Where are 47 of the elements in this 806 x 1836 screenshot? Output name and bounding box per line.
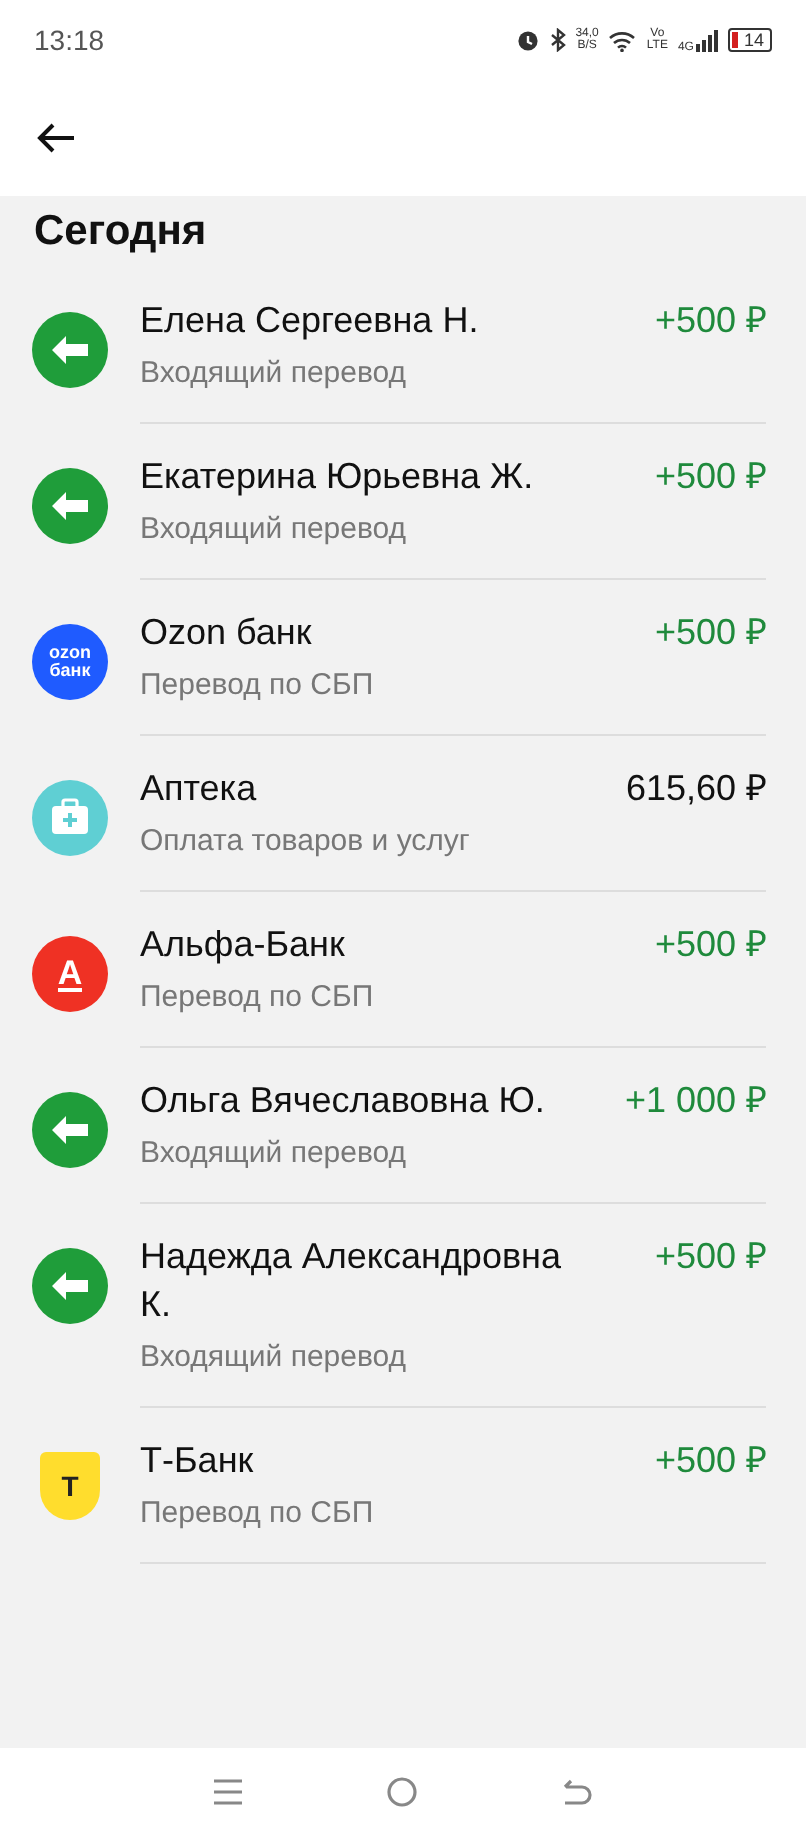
home-circle-icon[interactable] <box>386 1776 419 1808</box>
amount-text: +500 ₽ <box>654 922 766 968</box>
transaction-type: Входящий перевод <box>140 1340 409 1374</box>
signal-icon <box>695 29 718 51</box>
payer-name: Елена Сергеевна Н. <box>140 298 479 344</box>
transaction-item[interactable]: Ольга Вячеславовна Ю. +1 000 ₽ Входящий перевод <box>0 1048 806 1204</box>
transaction-item[interactable]: ozon банк Ozon банк +500 ₽ Перевод по СБП <box>0 580 806 736</box>
bank-logo: Т <box>40 1452 100 1520</box>
transaction-item[interactable]: А Альфа-Банк +500 ₽ Перевод по СБП <box>0 892 806 1048</box>
amount-text: +500 ₽ <box>654 298 766 344</box>
transaction-item[interactable]: Надежда Александровна К. +500 ₽ Входящий перевод <box>0 1204 806 1408</box>
amount-text: +500 ₽ <box>654 1234 766 1280</box>
back-arrow-icon <box>36 122 76 154</box>
transaction-type: Оплата товаров и услуг <box>140 824 472 858</box>
transaction-type: Входящий перевод <box>140 1136 409 1170</box>
amount-text: +500 ₽ <box>654 1438 766 1484</box>
bank-logo: ozon банк <box>32 624 108 700</box>
bluetooth-icon <box>549 28 566 52</box>
medical-bag-icon <box>32 780 108 856</box>
transaction-type: Входящий перевод <box>140 356 409 390</box>
payer-name: Т-Банк <box>140 1438 254 1484</box>
payer-name: Надежда Александровна К. <box>140 1234 563 1328</box>
amount-text: +500 ₽ <box>654 454 766 500</box>
transaction-type: Перевод по СБП <box>140 668 376 702</box>
payer-name: Альфа-Банк <box>140 922 345 968</box>
payer-name: Ozon банк <box>140 610 312 656</box>
payer-name: Аптека <box>140 766 257 812</box>
clock-time: 13:18 <box>34 24 105 56</box>
amount-text: 615,60 ₽ <box>625 766 766 812</box>
transaction-type: Входящий перевод <box>140 512 409 546</box>
back-curve-icon[interactable] <box>562 1778 595 1806</box>
payer-name: Ольга Вячеславовна Ю. <box>140 1078 545 1124</box>
menu-icon[interactable] <box>211 1778 244 1806</box>
transaction-item[interactable]: Елена Сергеевна Н. +500 ₽ Входящий перевод <box>0 268 806 424</box>
transaction-type: Перевод по СБП <box>140 980 376 1014</box>
payer-name: Екатерина Юрьевна Ж. <box>140 454 534 500</box>
transaction-item[interactable]: Т Т-Банк +500 ₽ Перевод по СБП <box>0 1408 806 1564</box>
battery-indicator: 14 <box>727 28 772 52</box>
alarm-icon <box>515 28 540 52</box>
transaction-item[interactable]: Аптека 615,60 ₽ Оплата товаров и услуг <box>0 736 806 892</box>
bank-logo: А <box>32 936 108 1012</box>
transaction-type: Перевод по СБП <box>140 1496 376 1530</box>
transaction-item[interactable]: Екатерина Юрьевна Ж. +500 ₽ Входящий перевод <box>0 424 806 580</box>
section-heading: Сегодня <box>32 206 209 258</box>
amount-text: +500 ₽ <box>654 610 766 656</box>
wifi-icon <box>608 29 637 51</box>
amount-text: +1 000 ₽ <box>624 1078 766 1124</box>
